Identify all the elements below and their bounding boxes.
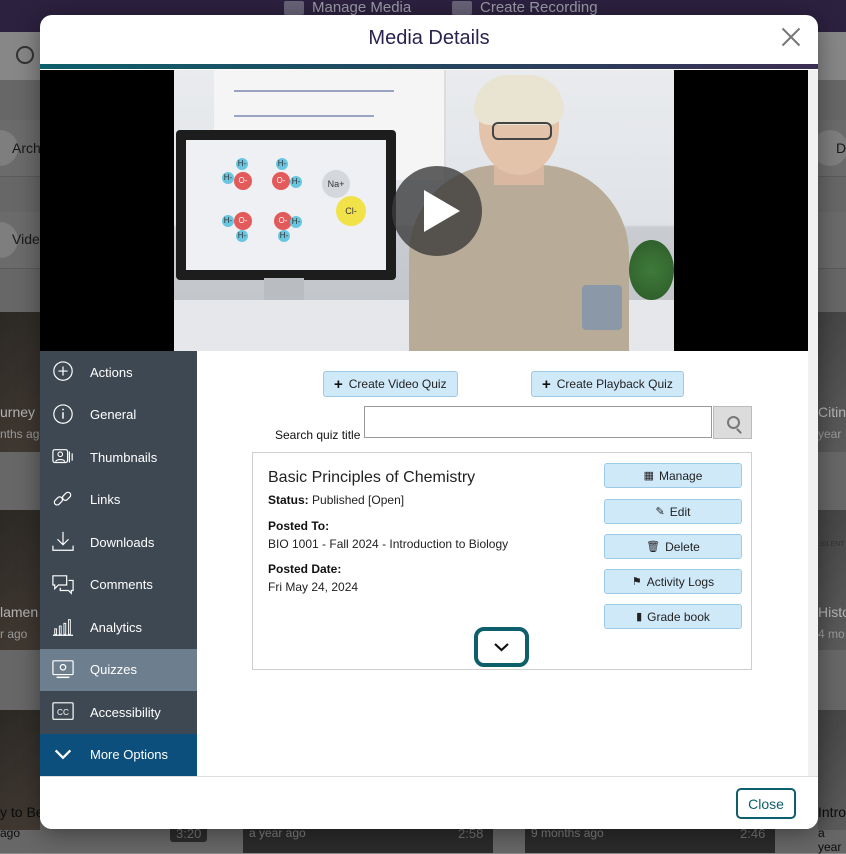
expand-quiz-button[interactable] — [474, 627, 529, 667]
create-playback-quiz-button[interactable]: + Create Playback Quiz — [531, 371, 684, 397]
download-icon — [51, 531, 75, 553]
flag-icon: ⚑ — [631, 576, 642, 588]
search-icon — [727, 416, 740, 429]
sidebar-item-general[interactable]: General — [40, 394, 197, 437]
sidebar-item-accessibility[interactable]: CC Accessibility — [40, 691, 197, 734]
sidebar-item-label: Quizzes — [90, 662, 137, 678]
presenter-hair — [474, 75, 564, 125]
media-details-modal: Media Details H- O- H- H- O- H- Na+ Cl- — [40, 15, 818, 829]
sidebar-item-label: More Options — [90, 747, 169, 763]
posted-to-value: BIO 1001 - Fall 2024 - Introduction to B… — [268, 537, 509, 551]
molecule-atom: H- — [222, 215, 234, 227]
modal-header: Media Details — [40, 15, 818, 69]
sidebar-item-thumbnails[interactable]: Thumbnails — [40, 436, 197, 479]
sidebar-item-label: Analytics — [90, 619, 143, 635]
molecule-atom: H- — [236, 158, 248, 170]
molecule-atom: H- — [290, 216, 302, 228]
comments-icon — [51, 574, 75, 596]
activity-logs-button[interactable]: ⚑ Activity Logs — [604, 569, 742, 594]
monitor-screen: H- O- H- H- O- H- Na+ Cl- H- O- H- O- H-… — [186, 140, 386, 270]
trash-icon: 🗑 — [646, 541, 661, 553]
sidebar-item-more-options[interactable]: More Options — [40, 733, 197, 776]
sidebar-item-links[interactable]: Links — [40, 479, 197, 522]
monitor: H- O- H- H- O- H- Na+ Cl- H- O- H- O- H-… — [176, 130, 396, 280]
sidebar-item-label: Accessibility — [90, 704, 161, 720]
edit-button[interactable]: ✎ Edit — [604, 499, 742, 524]
sidebar-item-quizzes[interactable]: Quizzes — [40, 648, 197, 691]
sidebar-item-label: Comments — [90, 577, 153, 593]
close-icon[interactable] — [780, 25, 802, 47]
plus-icon: + — [542, 375, 551, 393]
plus-circle-icon — [51, 361, 75, 383]
quiz-status: Status: Published [Open] — [268, 493, 405, 507]
search-quiz-input[interactable] — [364, 406, 712, 438]
plus-icon: + — [334, 375, 343, 393]
plant — [629, 240, 674, 300]
thumbnails-icon — [51, 446, 75, 468]
header-accent-bar — [40, 64, 818, 69]
book-icon: ▮ — [636, 611, 643, 623]
delete-button[interactable]: 🗑 Delete — [604, 534, 742, 559]
calendar-icon: ▦ — [643, 470, 655, 482]
link-icon — [51, 489, 75, 511]
modal-title: Media Details — [368, 27, 490, 49]
monitor-stand — [264, 278, 304, 300]
sidebar-item-label: Thumbnails — [90, 449, 158, 465]
sidebar-item-analytics[interactable]: Analytics — [40, 606, 197, 649]
analytics-icon — [51, 616, 75, 638]
posted-to-label: Posted To: — [268, 519, 330, 533]
grade-book-button[interactable]: ▮ Grade book — [604, 604, 742, 629]
play-button[interactable] — [392, 166, 482, 256]
posted-date-value: Fri May 24, 2024 — [268, 580, 359, 594]
svg-text:CC: CC — [57, 708, 69, 717]
quiz-card: Basic Principles of Chemistry Status: Pu… — [252, 452, 752, 670]
molecule-atom: O- — [234, 212, 252, 230]
close-button[interactable]: Close — [736, 788, 796, 819]
molecule-atom: O- — [234, 172, 252, 190]
quizzes-panel: + Create Video Quiz + Create Playback Qu… — [197, 351, 808, 776]
sidebar-item-label: Links — [90, 492, 121, 508]
edit-icon: ✎ — [655, 506, 665, 518]
molecule-atom: H- — [276, 158, 288, 170]
sidebar-item-label: General — [90, 407, 137, 423]
molecule-atom: H- — [222, 172, 234, 184]
quiz-title: Basic Principles of Chemistry — [268, 469, 476, 486]
sidebar-item-label: Actions — [90, 364, 133, 380]
cc-icon: CC — [51, 701, 75, 723]
info-icon — [51, 404, 75, 426]
molecule-atom: H- — [236, 230, 248, 242]
search-quiz-label: Search quiz title — [275, 428, 361, 442]
presenter-glasses — [492, 122, 552, 140]
chlorine-atom: Cl- — [336, 196, 366, 226]
chevron-down-icon — [51, 744, 75, 766]
video-frame: H- O- H- H- O- H- Na+ Cl- H- O- H- O- H-… — [174, 70, 674, 351]
posted-date-label: Posted Date: — [268, 562, 342, 576]
molecule-atom: H- — [290, 176, 302, 188]
molecule-atom: H- — [278, 230, 290, 242]
manage-button[interactable]: ▦ Manage — [604, 463, 742, 488]
chevron-down-icon — [494, 643, 509, 652]
pencil-cup — [582, 285, 622, 330]
modal-footer: Close — [40, 776, 818, 829]
create-video-quiz-button[interactable]: + Create Video Quiz — [323, 371, 458, 397]
media-sidebar: Actions General Thumbnails Links Downloa… — [40, 351, 197, 776]
sodium-atom: Na+ — [322, 170, 350, 198]
modal-scrollbar[interactable] — [808, 70, 818, 776]
sidebar-item-downloads[interactable]: Downloads — [40, 521, 197, 564]
search-button[interactable] — [713, 406, 752, 439]
sidebar-item-comments[interactable]: Comments — [40, 564, 197, 607]
molecule-atom: O- — [272, 172, 290, 190]
quiz-icon — [51, 659, 75, 681]
sidebar-item-label: Downloads — [90, 534, 155, 550]
video-player[interactable]: H- O- H- H- O- H- Na+ Cl- H- O- H- O- H-… — [40, 70, 808, 351]
sidebar-item-actions[interactable]: Actions — [40, 351, 197, 394]
